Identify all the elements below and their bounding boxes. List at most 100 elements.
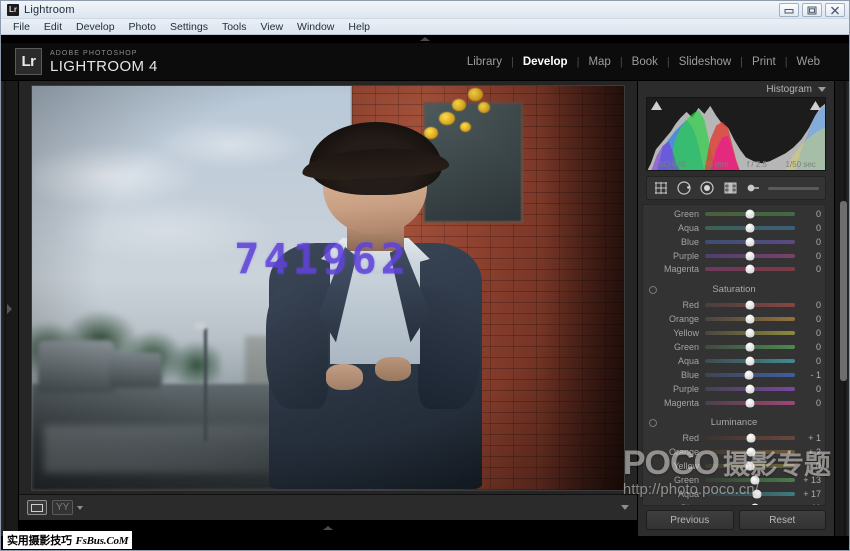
hsl-section-toggle-icon[interactable] — [649, 286, 657, 294]
chevron-down-icon[interactable] — [77, 506, 83, 510]
menu-tools[interactable]: Tools — [216, 20, 253, 34]
hsl-slider-track[interactable] — [705, 331, 795, 335]
hsl-slider-handle[interactable] — [746, 315, 755, 324]
histogram-header[interactable]: Histogram — [638, 81, 834, 97]
hsl-slider-handle[interactable] — [753, 489, 762, 498]
menu-edit[interactable]: Edit — [38, 20, 68, 34]
image-canvas[interactable]: 741962 — [19, 81, 637, 494]
module-book[interactable]: Book — [623, 56, 667, 68]
hsl-slider-row[interactable]: Green+ 13 — [643, 473, 825, 487]
crop-overlay-icon[interactable] — [653, 181, 669, 196]
hsl-slider-track[interactable] — [705, 436, 795, 440]
hsl-slider-handle[interactable] — [746, 237, 755, 246]
hsl-slider-row[interactable]: Orange0 — [643, 312, 825, 326]
minimize-button[interactable] — [779, 3, 799, 17]
hsl-slider-row[interactable]: Blue- 1 — [643, 368, 825, 382]
module-library[interactable]: Library — [458, 56, 511, 68]
hsl-slider-handle[interactable] — [746, 329, 755, 338]
menu-develop[interactable]: Develop — [70, 20, 121, 34]
menu-settings[interactable]: Settings — [164, 20, 214, 34]
hsl-slider-handle[interactable] — [746, 209, 755, 218]
loupe-view-icon[interactable] — [27, 500, 47, 515]
right-panel-scrollbar[interactable] — [840, 201, 847, 381]
hsl-slider-handle[interactable] — [746, 462, 755, 471]
hsl-slider-row[interactable]: Green0 — [643, 340, 825, 354]
menu-window[interactable]: Window — [291, 20, 340, 34]
hsl-slider-track[interactable] — [705, 254, 795, 258]
hsl-slider-handle[interactable] — [746, 223, 755, 232]
hsl-slider-row[interactable]: Purple0 — [643, 249, 825, 263]
maximize-button[interactable] — [802, 3, 822, 17]
hsl-slider-row[interactable]: Magenta0 — [643, 262, 825, 276]
red-eye-icon[interactable] — [699, 181, 715, 196]
hsl-slider-track[interactable] — [705, 317, 795, 321]
hsl-slider-handle[interactable] — [746, 384, 755, 393]
hsl-slider-row[interactable]: Aqua0 — [643, 221, 825, 235]
hsl-slider-row[interactable]: Aqua+ 17 — [643, 487, 825, 501]
hsl-slider-track[interactable] — [705, 303, 795, 307]
hsl-slider-handle[interactable] — [745, 370, 754, 379]
module-print[interactable]: Print — [743, 56, 785, 68]
hsl-slider-row[interactable]: Orange+ 2 — [643, 445, 825, 459]
brush-size-slider[interactable] — [768, 187, 819, 190]
hsl-slider-handle[interactable] — [746, 301, 755, 310]
hsl-slider-handle[interactable] — [746, 356, 755, 365]
menu-help[interactable]: Help — [342, 20, 376, 34]
hsl-slider-handle[interactable] — [746, 251, 755, 260]
menu-photo[interactable]: Photo — [123, 20, 162, 34]
hsl-slider-track[interactable] — [705, 359, 795, 363]
histogram-graph[interactable]: ISO 640 35 mm f / 2.5 1/50 sec — [646, 97, 826, 171]
hsl-slider-handle[interactable] — [746, 448, 755, 457]
hsl-slider-row[interactable]: Purple0 — [643, 382, 825, 396]
hsl-slider-handle[interactable] — [746, 265, 755, 274]
spot-removal-icon[interactable] — [676, 181, 692, 196]
hsl-slider-value: 0 — [795, 342, 821, 352]
hsl-slider-row[interactable]: Red+ 1 — [643, 431, 825, 445]
hsl-slider-row[interactable]: Aqua0 — [643, 354, 825, 368]
hsl-slider-track[interactable] — [705, 450, 795, 454]
menu-view[interactable]: View — [254, 20, 289, 34]
adjustment-brush-icon[interactable] — [745, 181, 761, 196]
module-map[interactable]: Map — [579, 56, 619, 68]
hsl-slider-row[interactable]: Yellow0 — [643, 326, 825, 340]
hsl-slider-track[interactable] — [705, 401, 795, 405]
hsl-slider-handle[interactable] — [746, 398, 755, 407]
hsl-slider-track[interactable] — [705, 345, 795, 349]
hsl-slider-track[interactable] — [705, 212, 795, 216]
left-panel-collapsed[interactable] — [1, 81, 19, 536]
graduated-filter-icon[interactable] — [722, 181, 738, 196]
top-panel-collapse-strip[interactable] — [1, 35, 849, 43]
hsl-slider-handle[interactable] — [746, 434, 755, 443]
hsl-slider-row[interactable]: Red0 — [643, 298, 825, 312]
hsl-slider-track[interactable] — [705, 267, 795, 271]
hsl-slider-track[interactable] — [705, 373, 795, 377]
module-slideshow[interactable]: Slideshow — [670, 56, 740, 68]
hsl-slider-track[interactable] — [705, 240, 795, 244]
module-develop[interactable]: Develop — [514, 56, 577, 68]
hsl-slider-row[interactable]: Blue+ 11 — [643, 501, 825, 506]
chevron-down-icon[interactable] — [818, 87, 826, 92]
right-panel-collapse-rail[interactable] — [834, 81, 849, 536]
hsl-slider-row[interactable]: Blue0 — [643, 235, 825, 249]
reset-button[interactable]: Reset — [739, 510, 827, 530]
hsl-slider-track[interactable] — [705, 478, 795, 482]
hsl-slider-row[interactable]: Magenta0 — [643, 396, 825, 410]
module-web[interactable]: Web — [788, 56, 829, 68]
hsl-slider-row[interactable]: Yellow0 — [643, 459, 825, 473]
hsl-slider-row[interactable]: Green0 — [643, 207, 825, 221]
before-after-button[interactable]: YY — [52, 500, 73, 515]
hsl-slider-label: Aqua — [643, 223, 705, 233]
hsl-slider-track[interactable] — [705, 387, 795, 391]
hsl-slider-handle[interactable] — [750, 503, 759, 506]
menu-file[interactable]: File — [7, 20, 36, 34]
hsl-slider-track[interactable] — [705, 492, 795, 496]
previous-button[interactable]: Previous — [646, 510, 734, 530]
hsl-section-toggle-icon[interactable] — [649, 419, 657, 427]
hsl-slider-track[interactable] — [705, 226, 795, 230]
hsl-slider-handle[interactable] — [746, 342, 755, 351]
hsl-slider-handle[interactable] — [751, 476, 760, 485]
hsl-color-panel[interactable]: Yellow0Green0Aqua0Blue0Purple0Magenta0Sa… — [642, 204, 826, 506]
hsl-slider-track[interactable] — [705, 464, 795, 468]
close-button[interactable] — [825, 3, 845, 17]
toolbar-options-chevron-down-icon[interactable] — [621, 505, 629, 510]
